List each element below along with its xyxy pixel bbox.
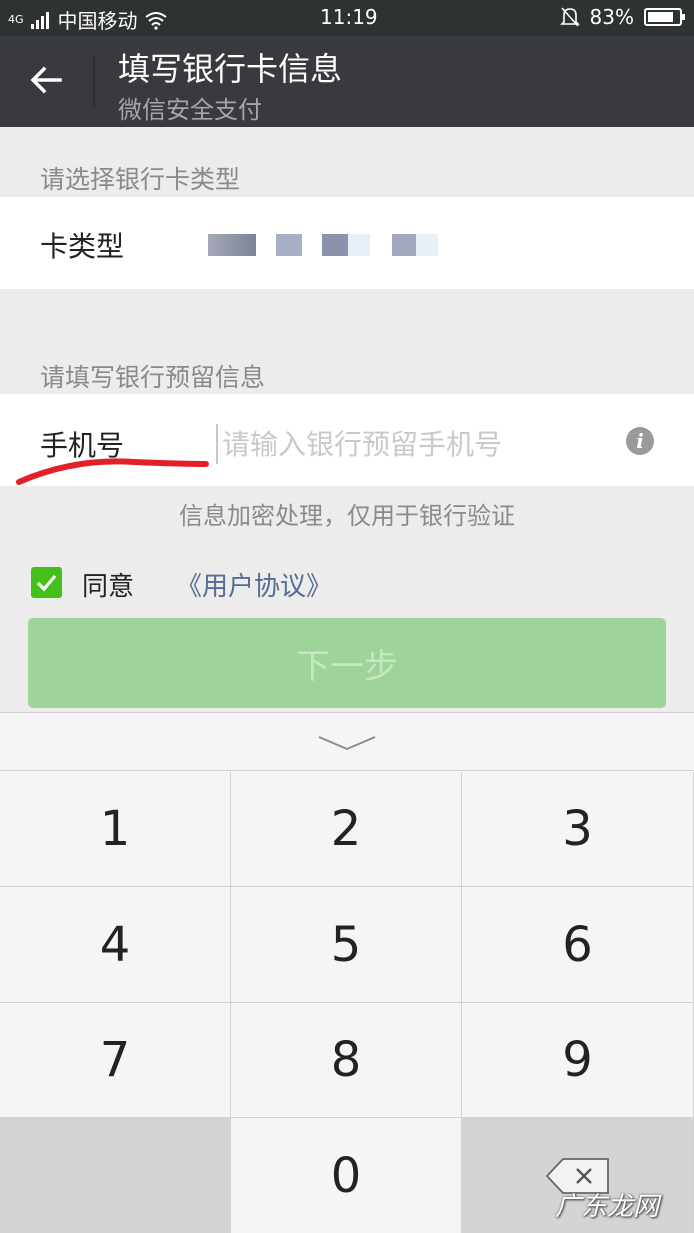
battery-percent: 83% (589, 5, 634, 29)
battery-icon (644, 8, 685, 26)
card-type-label: 卡类型 (40, 230, 125, 263)
mute-bell-icon (559, 7, 580, 27)
key-7[interactable]: 7 (0, 1003, 231, 1118)
signal-icon (30, 11, 49, 29)
battery-fill (648, 12, 673, 22)
key-4[interactable]: 4 (0, 887, 231, 1003)
card-type-row[interactable]: 卡类型 (0, 197, 694, 289)
next-step-button[interactable]: 下一步 (28, 618, 666, 708)
wifi-icon (144, 11, 167, 30)
key-blank (0, 1118, 231, 1233)
phone-input[interactable] (216, 424, 596, 464)
agree-checkbox[interactable] (31, 567, 62, 598)
key-9[interactable]: 9 (462, 1003, 694, 1118)
key-8[interactable]: 8 (231, 1003, 462, 1118)
nav-header: 填写银行卡信息 微信安全支付 (0, 36, 694, 127)
agree-label: 同意 (82, 572, 135, 602)
header-divider (93, 56, 95, 106)
status-left: 4G 中国移动 (8, 5, 168, 34)
key-2[interactable]: 2 (231, 772, 462, 887)
status-bar: 4G 中国移动 11:19 83% (0, 0, 694, 36)
key-0[interactable]: 0 (231, 1118, 462, 1233)
status-time: 11:19 (320, 5, 378, 29)
info-icon[interactable]: i (626, 427, 654, 455)
network-type: 4G (8, 13, 24, 26)
collapse-chevron-icon[interactable] (317, 733, 377, 753)
status-right: 83% (559, 5, 685, 29)
card-section-label: 请选择银行卡类型 (40, 165, 241, 194)
encryption-hint: 信息加密处理，仅用于银行验证 (179, 502, 515, 530)
key-1[interactable]: 1 (0, 772, 231, 887)
red-underline-annotation (16, 458, 209, 485)
phone-section-label: 请填写银行预留信息 (40, 363, 266, 392)
key-5[interactable]: 5 (231, 887, 462, 1003)
numeric-keyboard: 1 2 3 4 5 6 7 8 9 0 (0, 712, 694, 1233)
checkmark-icon (36, 574, 57, 592)
user-agreement-link[interactable]: 《用户协议》 (176, 566, 332, 603)
carrier-name: 中国移动 (57, 9, 138, 33)
back-arrow-icon[interactable] (26, 58, 70, 102)
watermark-logo: 广东龙网 (555, 1192, 660, 1222)
page-subtitle: 微信安全支付 (118, 96, 262, 124)
key-3[interactable]: 3 (462, 772, 694, 887)
key-6[interactable]: 6 (462, 887, 694, 1003)
page-title: 填写银行卡信息 (118, 50, 343, 88)
keyboard-toolbar[interactable] (0, 713, 694, 771)
